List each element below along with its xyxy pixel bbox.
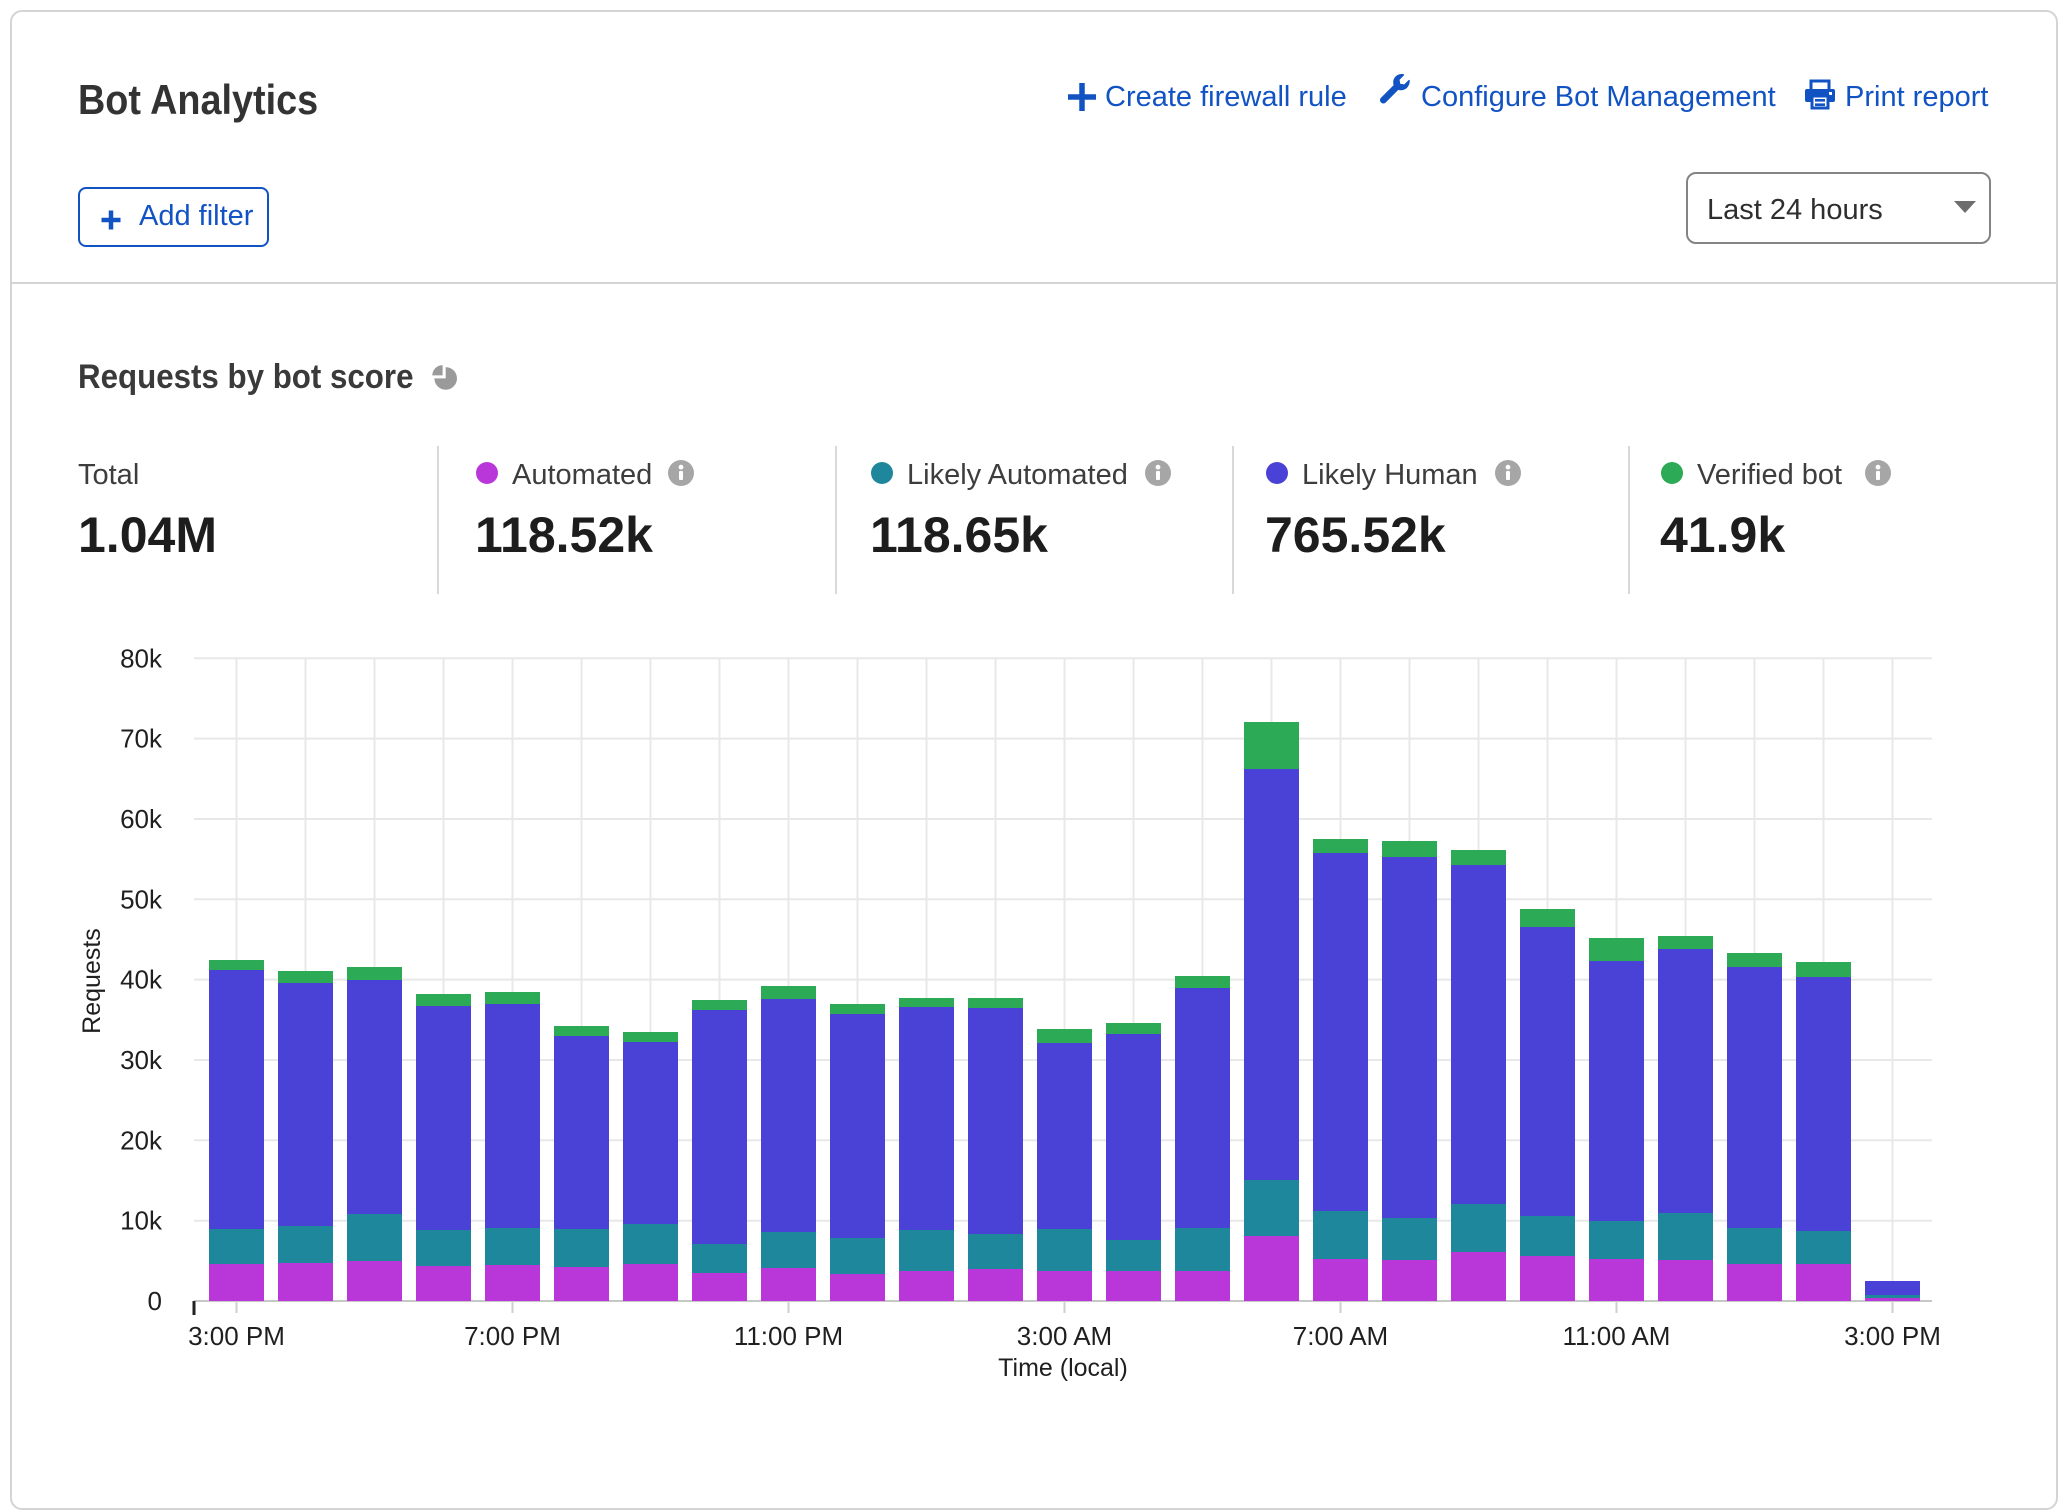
svg-text:3:00 PM: 3:00 PM <box>1844 1321 1941 1351</box>
svg-text:10k: 10k <box>120 1206 163 1236</box>
svg-text:Time (local): Time (local) <box>998 1354 1128 1382</box>
svg-text:40k: 40k <box>120 965 163 995</box>
svg-text:3:00 PM: 3:00 PM <box>188 1321 285 1351</box>
svg-text:0: 0 <box>148 1286 162 1316</box>
svg-text:20k: 20k <box>120 1125 163 1155</box>
svg-text:50k: 50k <box>120 884 163 914</box>
svg-text:60k: 60k <box>120 804 163 834</box>
svg-text:11:00 PM: 11:00 PM <box>734 1321 843 1351</box>
svg-text:7:00 AM: 7:00 AM <box>1293 1321 1388 1351</box>
svg-text:30k: 30k <box>120 1045 163 1075</box>
svg-text:Requests: Requests <box>78 928 106 1034</box>
svg-text:11:00 AM: 11:00 AM <box>1563 1321 1671 1351</box>
svg-text:7:00 PM: 7:00 PM <box>464 1321 561 1351</box>
svg-text:3:00 AM: 3:00 AM <box>1017 1321 1112 1351</box>
svg-text:80k: 80k <box>120 643 163 673</box>
svg-text:70k: 70k <box>120 724 163 754</box>
